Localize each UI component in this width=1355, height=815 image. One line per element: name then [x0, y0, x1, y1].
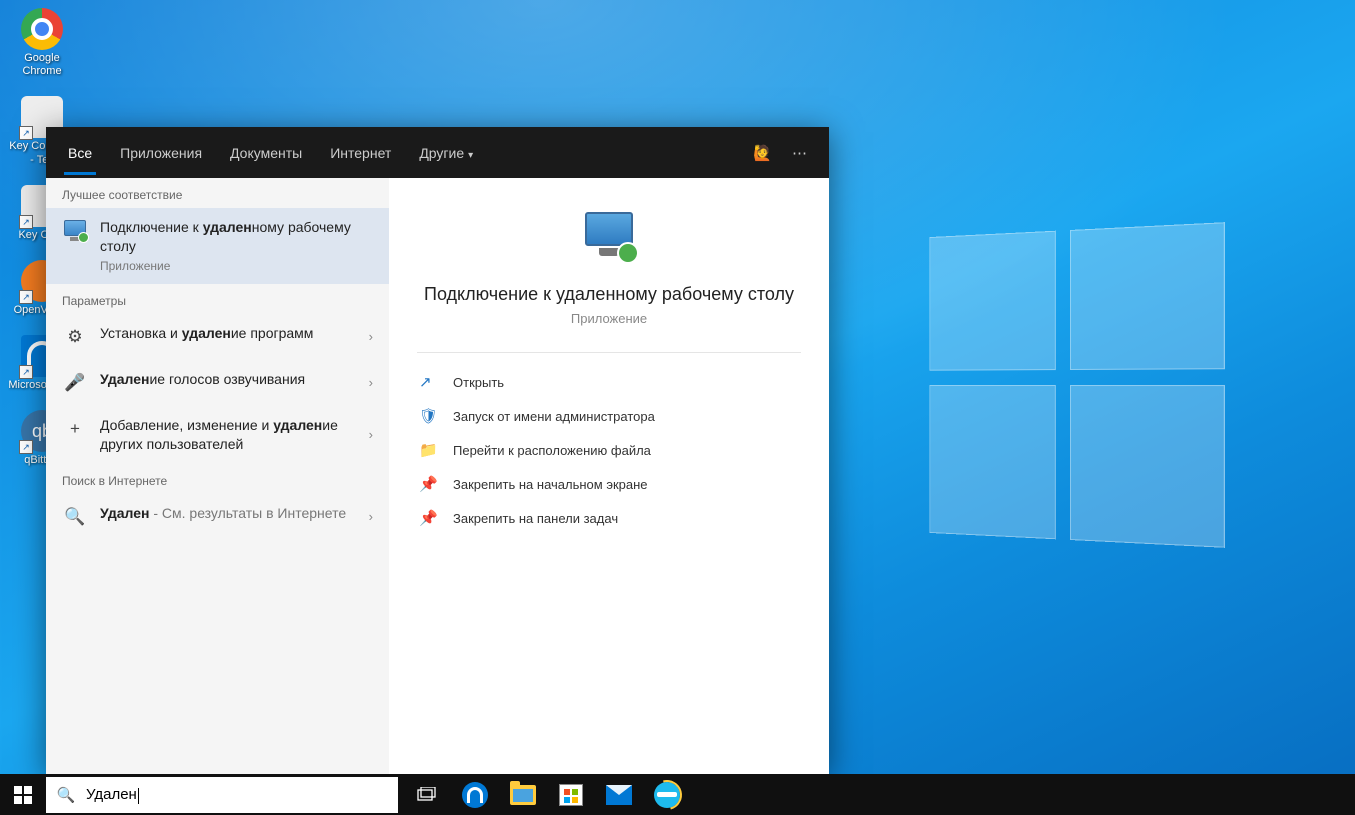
action-pin-start[interactable]: 📌 Закрепить на начальном экране — [417, 467, 801, 501]
pin-icon: 📌 — [419, 475, 441, 493]
search-detail-pane: Подключение к удаленному рабочему столу … — [389, 178, 829, 774]
tab-apps[interactable]: Приложения — [106, 131, 216, 175]
feedback-icon[interactable]: 🙋 — [753, 144, 772, 162]
action-open[interactable]: ↗ Открыть — [417, 365, 801, 399]
action-run-admin[interactable]: 🛡 Запуск от имени администратора — [417, 399, 801, 433]
taskbar-edge[interactable] — [452, 774, 498, 815]
shield-icon: 🛡 — [419, 407, 441, 425]
section-settings: Параметры — [46, 284, 389, 314]
chevron-right-icon: › — [369, 509, 373, 524]
plus-icon: + — [62, 416, 88, 442]
chevron-right-icon: › — [369, 375, 373, 390]
microphone-icon: 🎤 — [62, 370, 88, 396]
section-web-search: Поиск в Интернете — [46, 464, 389, 494]
start-search-panel: Все Приложения Документы Интернет Другие… — [46, 127, 829, 774]
folder-icon: 📁 — [419, 441, 441, 459]
result-remove-voices[interactable]: 🎤 Удаление голосов озвучивания › — [46, 360, 389, 406]
chevron-right-icon: › — [369, 329, 373, 344]
chevron-right-icon: › — [369, 427, 373, 442]
section-best-match: Лучшее соответствие — [46, 178, 389, 208]
more-icon[interactable]: ⋯ — [792, 144, 807, 162]
tab-internet[interactable]: Интернет — [316, 131, 405, 175]
taskbar-mail[interactable] — [596, 774, 642, 815]
result-manage-users[interactable]: + Добавление, изменение и удаление други… — [46, 406, 389, 464]
action-open-location[interactable]: 📁 Перейти к расположению файла — [417, 433, 801, 467]
taskbar-search-box[interactable]: 🔍 Удален — [46, 777, 398, 813]
pin-icon: 📌 — [419, 509, 441, 527]
chevron-down-icon: ▾ — [468, 150, 473, 161]
result-rdp-app[interactable]: Подключение к удаленному рабочему столу … — [46, 208, 389, 284]
search-results-list: Лучшее соответствие Подключение к удален… — [46, 178, 389, 774]
start-button[interactable] — [0, 774, 46, 815]
result-uninstall-programs[interactable]: ⚙ Установка и удаление программ › — [46, 314, 389, 360]
search-icon: 🔍 — [46, 786, 86, 804]
desktop-icon-chrome[interactable]: Google Chrome — [6, 8, 78, 78]
detail-title: Подключение к удаленному рабочему столу — [417, 284, 801, 305]
tab-more[interactable]: Другие▾ — [405, 131, 487, 175]
taskbar-store[interactable] — [548, 774, 594, 815]
taskview-button[interactable] — [404, 774, 450, 815]
windows-logo-wallpaper — [929, 222, 1225, 548]
taskbar: 🔍 Удален — [0, 774, 1355, 815]
search-header: Все Приложения Документы Интернет Другие… — [46, 127, 829, 178]
action-pin-taskbar[interactable]: 📌 Закрепить на панели задач — [417, 501, 801, 535]
rdp-large-icon — [581, 210, 637, 266]
rdp-icon — [62, 218, 88, 244]
tab-all[interactable]: Все — [54, 131, 106, 175]
gear-icon: ⚙ — [62, 324, 88, 350]
taskbar-explorer[interactable] — [500, 774, 546, 815]
detail-subtitle: Приложение — [417, 311, 801, 326]
result-web-search[interactable]: 🔍 Удален - См. результаты в Интернете › — [46, 494, 389, 540]
divider — [417, 352, 801, 353]
taskbar-ie[interactable] — [644, 774, 690, 815]
tab-documents[interactable]: Документы — [216, 131, 316, 175]
search-icon: 🔍 — [62, 504, 88, 530]
search-input[interactable]: Удален — [86, 786, 137, 803]
open-icon: ↗ — [419, 373, 441, 391]
